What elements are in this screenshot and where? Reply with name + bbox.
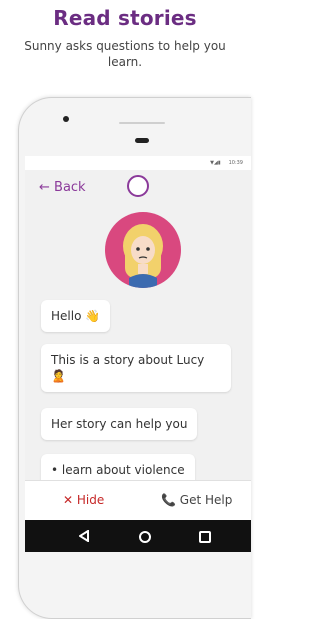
sensor bbox=[135, 138, 149, 143]
waving-hand-icon: 👋 bbox=[85, 309, 101, 323]
hide-button[interactable]: ✕ Hide bbox=[63, 493, 104, 507]
message-text: Her story can help you bbox=[51, 417, 188, 431]
nav-back-icon[interactable] bbox=[79, 530, 89, 542]
status-icons: ▼◢▮ bbox=[210, 160, 221, 166]
nav-recent-icon[interactable] bbox=[199, 531, 211, 543]
get-help-label: Get Help bbox=[179, 493, 233, 507]
message-bubble: Hello 👋 bbox=[41, 300, 111, 332]
front-camera bbox=[63, 116, 69, 122]
message-bubble: Her story can help you bbox=[41, 408, 198, 440]
close-icon: ✕ bbox=[63, 493, 74, 507]
promo-subtitle: Sunny asks questions to help you learn. bbox=[24, 39, 226, 69]
status-time: 10:39 bbox=[228, 160, 243, 166]
message-text: • learn about violence bbox=[51, 463, 185, 477]
sunny-logo-icon bbox=[127, 175, 149, 197]
phone-frame: ▼◢▮10:39 ← Back Hello 👋 This is a story bbox=[18, 97, 251, 619]
nav-home-icon[interactable] bbox=[139, 531, 151, 543]
hide-label: Hide bbox=[76, 493, 105, 507]
earpiece bbox=[119, 122, 165, 124]
phone-chin bbox=[19, 554, 251, 614]
get-help-button[interactable]: 📞 Get Help bbox=[161, 493, 232, 507]
android-nav-bar bbox=[25, 520, 251, 552]
phone-icon: 📞 bbox=[161, 493, 176, 507]
person-icon: 🙎 bbox=[51, 369, 66, 383]
app-bar: ← Back bbox=[25, 170, 251, 212]
phone-screen: ▼◢▮10:39 ← Back Hello 👋 This is a story bbox=[25, 156, 251, 552]
back-button[interactable]: ← Back bbox=[39, 180, 86, 195]
message-bubble: This is a story about Lucy 🙎 bbox=[41, 344, 231, 392]
message-text: Hello bbox=[51, 309, 82, 323]
status-bar: ▼◢▮ 10:39 bbox=[25, 156, 251, 170]
message-text: This is a story about Lucy bbox=[51, 353, 205, 367]
bottom-actions: ✕ Hide 📞 Get Help bbox=[25, 480, 251, 521]
promo-title: Read stories bbox=[53, 6, 197, 30]
lucy-avatar bbox=[105, 212, 181, 288]
